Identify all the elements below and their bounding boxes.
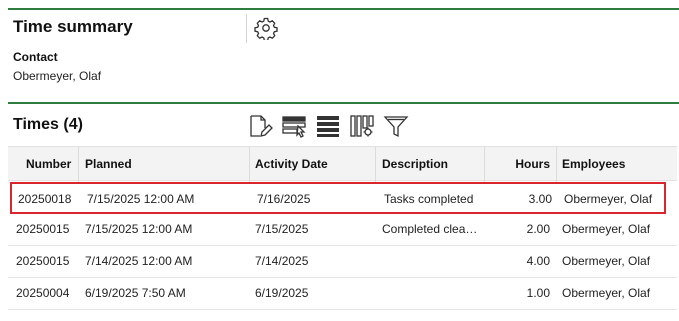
filter-icon (383, 116, 409, 138)
table-row[interactable]: 20250004 6/19/2025 7:50 AM 6/19/2025 1.0… (8, 278, 677, 310)
cell-activity-date: 7/16/2025 (257, 192, 311, 206)
table-row[interactable]: 20250015 7/15/2025 12:00 AM 7/15/2025 Co… (8, 214, 677, 246)
cell-employees: Obermeyer, Olaf (562, 286, 651, 300)
column-header-hours[interactable]: Hours (484, 147, 556, 182)
cell-description (376, 278, 484, 308)
cell-description (376, 246, 484, 276)
cell-planned: 7/15/2025 12:00 AM (85, 222, 193, 236)
cell-employees: Obermeyer, Olaf (562, 254, 651, 268)
cell-activity-date: 7/14/2025 (255, 254, 309, 268)
table-header: Number Planned Activity Date Description… (8, 146, 677, 182)
times-title: Times (4) (13, 116, 83, 133)
select-rows-icon (282, 116, 306, 138)
column-header-employees[interactable]: Employees (556, 147, 631, 182)
select-rows-button[interactable] (280, 112, 308, 140)
contact-value: Obermeyer, Olaf (13, 69, 102, 83)
cell-number: 20250015 (16, 254, 70, 268)
edit-document-icon (250, 115, 273, 137)
cell-employees: Obermeyer, Olaf (564, 192, 653, 206)
cell-hours: 2.00 (526, 222, 550, 236)
contact-label: Contact (13, 50, 58, 64)
cell-planned: 7/14/2025 12:00 AM (85, 254, 193, 268)
column-settings-icon (350, 115, 374, 137)
filter-button[interactable] (382, 112, 410, 140)
cell-description: Tasks completed (384, 192, 474, 206)
edit-button[interactable] (246, 112, 274, 140)
cell-activity-date: 7/15/2025 (255, 222, 309, 236)
cell-number: 20250004 (16, 286, 70, 300)
column-header-activity-date[interactable]: Activity Date (249, 147, 334, 182)
column-settings-button[interactable] (348, 112, 376, 140)
column-header-number[interactable]: Number (20, 147, 77, 182)
cell-description: Completed clean... (382, 222, 483, 236)
section-divider-times (8, 102, 679, 104)
column-header-planned[interactable]: Planned (79, 147, 138, 182)
cell-hours: 3.00 (528, 192, 552, 206)
cell-hours: 4.00 (526, 254, 550, 268)
cell-number: 20250015 (16, 222, 70, 236)
header-divider (246, 14, 247, 43)
table-row[interactable]: 20250015 7/14/2025 12:00 AM 7/14/2025 4.… (8, 246, 677, 278)
cell-planned: 6/19/2025 7:50 AM (85, 286, 186, 300)
list-view-icon (317, 116, 339, 137)
time-summary-title: Time summary (13, 17, 133, 36)
times-toolbar (246, 112, 410, 140)
cell-activity-date: 6/19/2025 (255, 286, 309, 300)
cell-number: 20250018 (18, 192, 72, 206)
column-header-description[interactable]: Description (376, 147, 454, 182)
cell-planned: 7/15/2025 12:00 AM (87, 192, 195, 206)
list-view-button[interactable] (314, 112, 342, 140)
gear-icon (254, 17, 278, 40)
cell-hours: 1.00 (526, 286, 550, 300)
table-row[interactable]: 20250018 7/15/2025 12:00 AM 7/16/2025 Ta… (10, 182, 666, 214)
settings-button[interactable] (252, 14, 280, 42)
cell-employees: Obermeyer, Olaf (562, 222, 651, 236)
section-divider-top (8, 8, 679, 10)
